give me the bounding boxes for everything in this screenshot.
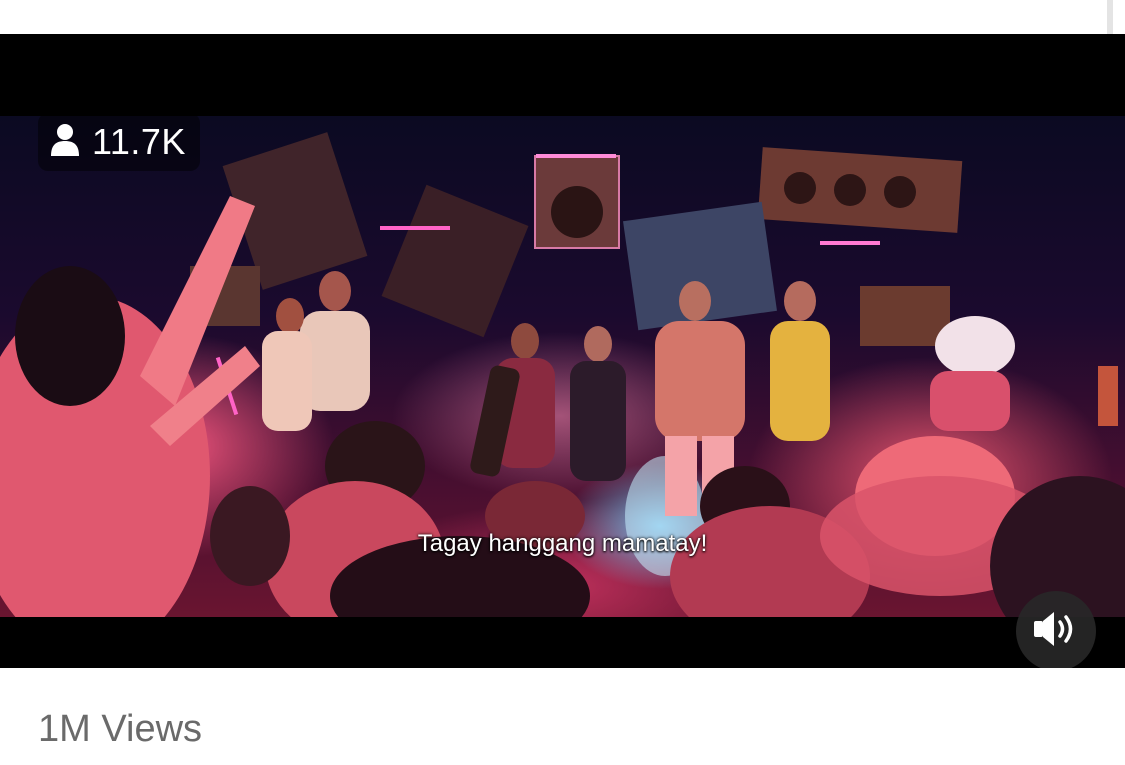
viewer-count-badge: 11.7K [38, 113, 200, 171]
top-strip [0, 0, 1125, 34]
volume-button[interactable] [1016, 591, 1096, 668]
speaker-volume-icon [1032, 609, 1080, 654]
scrollbar-edge [1107, 0, 1113, 34]
view-count: 1M Views [38, 708, 203, 750]
viewer-count: 11.7K [92, 121, 186, 162]
video-subtitle: Tagay hanggang mamatay! [417, 530, 708, 557]
person-icon [50, 123, 80, 162]
video-frame[interactable]: Tagay hanggang mamatay! [0, 116, 1125, 617]
video-player[interactable]: Tagay hanggang mamatay! 11.7K [0, 34, 1125, 668]
